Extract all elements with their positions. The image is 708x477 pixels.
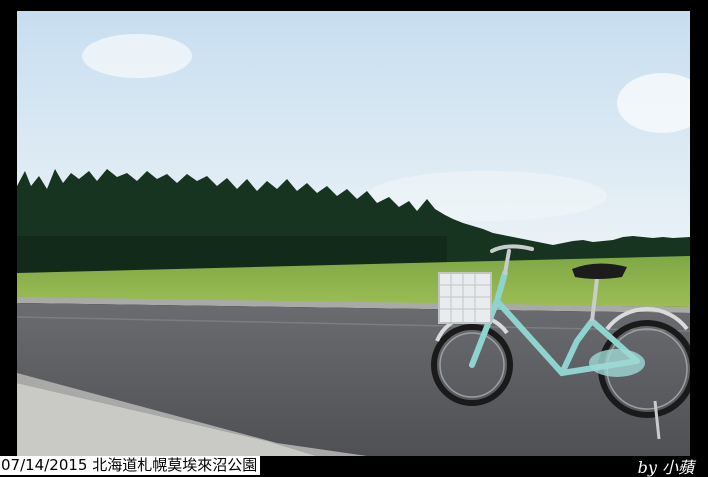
cloud <box>82 34 192 78</box>
signature-watermark: by 小蘋 <box>637 458 694 477</box>
basket <box>438 272 492 324</box>
photo-caption: 07/14/2015 北海道札幌莫埃來沼公園 <box>0 456 261 475</box>
photo <box>17 11 690 456</box>
